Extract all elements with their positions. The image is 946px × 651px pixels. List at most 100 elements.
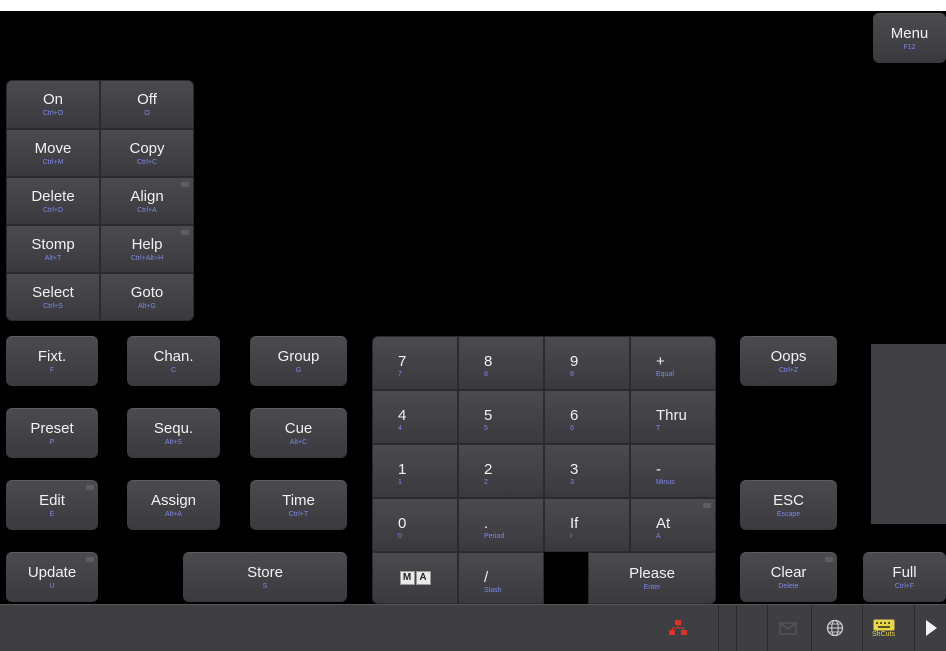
key-1[interactable]: 1 1: [372, 444, 458, 498]
key-5[interactable]: 5 5: [458, 390, 544, 444]
shortcuts-button[interactable]: ShCuts: [862, 605, 904, 651]
numeric-keypad: 7 7 8 8 9 9 + Equal 4 4 5 5 6 6 Thru T 1…: [372, 336, 716, 604]
key-3[interactable]: 3 3: [544, 444, 630, 498]
plus-key[interactable]: + Equal: [630, 336, 716, 390]
key-2[interactable]: 2 2: [458, 444, 544, 498]
at-key[interactable]: At A: [630, 498, 716, 552]
copy-shortcut: Ctrl+C: [136, 158, 158, 166]
slash-shortcut: Slash: [484, 587, 502, 594]
off-shortcut: O: [144, 110, 150, 117]
edit-shortcut: E: [49, 511, 55, 518]
assign-button[interactable]: Assign Alt+A: [127, 480, 220, 530]
align-shortcut: Ctrl+A: [137, 206, 157, 214]
envelope-icon: [778, 621, 797, 635]
assign-shortcut: Alt+A: [165, 511, 182, 518]
side-panel: [871, 344, 946, 524]
key-6[interactable]: 6 6: [544, 390, 630, 444]
move-shortcut: Ctrl+M: [42, 158, 64, 166]
network-icon: [669, 620, 687, 635]
key-6-label: 6: [570, 407, 579, 424]
key-8-shortcut: 8: [484, 371, 488, 378]
full-button[interactable]: Full Ctrl+F: [863, 552, 946, 602]
expand-button[interactable]: [914, 605, 946, 651]
key-8[interactable]: 8 8: [458, 336, 544, 390]
store-button[interactable]: Store S: [183, 552, 347, 602]
thru-label: Thru: [656, 407, 687, 424]
network-status-button[interactable]: [658, 605, 698, 651]
key-4-label: 4: [398, 407, 407, 424]
key-7-shortcut: 7: [398, 371, 402, 378]
key-4[interactable]: 4 4: [372, 390, 458, 444]
channel-button[interactable]: Chan. C: [127, 336, 220, 386]
web-remote-button[interactable]: [811, 605, 857, 651]
align-button[interactable]: Align Ctrl+A: [100, 177, 194, 225]
clear-button[interactable]: Clear Delete: [740, 552, 837, 602]
status-bar: ShCuts: [0, 604, 946, 651]
on-button[interactable]: On Ctrl+O: [6, 80, 100, 129]
key-1-label: 1: [398, 461, 407, 478]
preset-label: Preset: [30, 420, 74, 437]
preset-button[interactable]: Preset P: [6, 408, 98, 458]
minus-shortcut: Minus: [656, 479, 675, 486]
minus-label: -: [656, 461, 661, 478]
key-9-label: 9: [570, 353, 579, 370]
oops-shortcut: Ctrl+Z: [778, 367, 799, 374]
copy-button[interactable]: Copy Ctrl+C: [100, 129, 194, 177]
menu-shortcut: F12: [903, 44, 916, 51]
ma-key[interactable]: MA: [372, 552, 458, 604]
thru-key[interactable]: Thru T: [630, 390, 716, 444]
sequence-button[interactable]: Sequ. Alt+S: [127, 408, 220, 458]
please-key[interactable]: Please Enter: [588, 552, 716, 604]
help-led-indicator: [181, 230, 189, 235]
stomp-label: Stomp: [31, 235, 75, 253]
delete-button[interactable]: Delete Ctrl+D: [6, 177, 100, 225]
update-led-indicator: [86, 557, 94, 562]
menu-button[interactable]: Menu F12: [873, 13, 946, 63]
cue-button[interactable]: Cue Alt+C: [250, 408, 347, 458]
help-button[interactable]: Help Ctrl+Alt+H: [100, 225, 194, 273]
stomp-shortcut: Alt+T: [44, 254, 62, 262]
off-button[interactable]: Off O: [100, 80, 194, 129]
goto-button[interactable]: Goto Alt+G: [100, 273, 194, 321]
key-7[interactable]: 7 7: [372, 336, 458, 390]
key-0[interactable]: 0 0: [372, 498, 458, 552]
slash-label: /: [484, 569, 489, 586]
key-2-shortcut: 2: [484, 479, 488, 486]
slash-key[interactable]: / Slash: [458, 552, 544, 604]
status-slot-2: [736, 605, 754, 651]
top-bar: [0, 0, 946, 11]
play-arrow-icon: [925, 620, 937, 636]
oops-button[interactable]: Oops Ctrl+Z: [740, 336, 837, 386]
plus-label: +: [656, 353, 665, 370]
key-5-label: 5: [484, 407, 493, 424]
delete-shortcut: Ctrl+D: [42, 206, 64, 214]
fixture-label: Fixt.: [37, 348, 67, 365]
on-shortcut: Ctrl+O: [42, 110, 64, 117]
move-label: Move: [34, 139, 72, 157]
messages-button[interactable]: [767, 605, 807, 651]
edit-label: Edit: [39, 492, 65, 509]
key-5-shortcut: 5: [484, 425, 488, 432]
period-key[interactable]: . Period: [458, 498, 544, 552]
group-label: Group: [277, 348, 320, 365]
time-button[interactable]: Time Ctrl+T: [250, 480, 347, 530]
align-led-indicator: [181, 182, 189, 187]
if-key[interactable]: If I: [544, 498, 630, 552]
move-button[interactable]: Move Ctrl+M: [6, 129, 100, 177]
stomp-button[interactable]: Stomp Alt+T: [6, 225, 100, 273]
escape-button[interactable]: ESC Escape: [740, 480, 837, 530]
goto-shortcut: Alt+G: [138, 302, 156, 310]
select-button[interactable]: Select Ctrl+S: [6, 273, 100, 321]
status-slot-1: [718, 605, 736, 651]
group-button[interactable]: Group G: [250, 336, 347, 386]
goto-label: Goto: [130, 283, 164, 301]
fixture-button[interactable]: Fixt. F: [6, 336, 98, 386]
minus-key[interactable]: - Minus: [630, 444, 716, 498]
update-button[interactable]: Update U: [6, 552, 98, 602]
edit-button[interactable]: Edit E: [6, 480, 98, 530]
align-label: Align: [130, 187, 164, 205]
edit-led-indicator: [86, 485, 94, 490]
key-9[interactable]: 9 9: [544, 336, 630, 390]
key-8-label: 8: [484, 353, 493, 370]
channel-label: Chan.: [153, 348, 194, 365]
